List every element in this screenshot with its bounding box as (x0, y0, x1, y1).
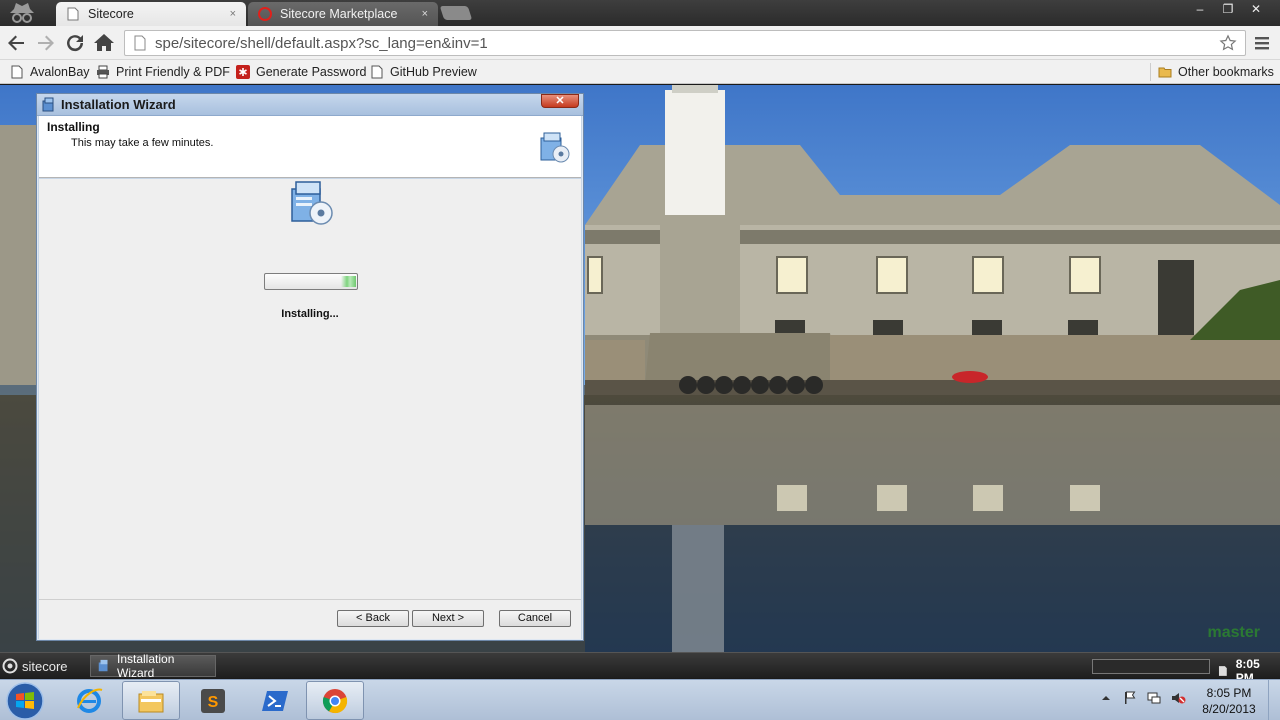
ie-icon (77, 688, 103, 713)
svg-text:S: S (208, 694, 219, 711)
taskbar-pin-sublime[interactable]: S (184, 681, 242, 720)
package-icon (42, 97, 54, 112)
printer-icon (97, 65, 109, 79)
forward-icon[interactable] (34, 31, 58, 55)
back-icon[interactable] (4, 31, 28, 55)
tab-label: Sitecore Marketplace (280, 7, 398, 21)
browser-titlebar: Sitecore × Sitecore Marketplace × – ❐ ✕ (0, 0, 1280, 26)
home-icon[interactable] (92, 31, 116, 55)
wizard-title: Installation Wizard (61, 97, 176, 112)
bookmark-label: AvalonBay (30, 65, 90, 79)
installation-wizard-dialog: Installation Wizard ✕ Installing This ma… (36, 93, 584, 641)
volume-muted-icon[interactable] (1170, 690, 1186, 706)
tab-close-icon[interactable]: × (230, 8, 236, 20)
restore-button[interactable]: ❐ (1216, 0, 1240, 18)
windows-taskbar: S 8:05 PM 8/20/2013 (0, 679, 1280, 720)
asterisk-icon (236, 65, 250, 79)
taskbar-item-installation-wizard[interactable]: Installation Wizard (90, 652, 216, 680)
sitecore-logo-text: sitecore (22, 658, 68, 674)
tray-expand-icon[interactable] (1098, 690, 1114, 706)
status-text: Installing... (281, 308, 339, 320)
page-icon (134, 35, 146, 51)
sitecore-logo-icon (258, 7, 272, 21)
wizard-body: Installing... < Back Next > Cancel (39, 179, 581, 639)
explorer-icon (138, 690, 164, 712)
wizard-heading: Installing (47, 120, 100, 134)
next-button[interactable]: Next > (412, 610, 484, 627)
bookmark-label: Other bookmarks (1178, 65, 1274, 79)
system-clock[interactable]: 8:05 PM 8/20/2013 (1196, 685, 1262, 717)
watermark-text: master (1207, 624, 1260, 641)
sitecore-taskbar: sitecore Installation Wizard 8:05 PM (0, 652, 1280, 685)
taskbar-pin-ie[interactable] (60, 681, 118, 720)
other-bookmarks[interactable]: Other bookmarks (1158, 63, 1274, 81)
page-icon (11, 65, 23, 79)
tab-sitecore-marketplace[interactable]: Sitecore Marketplace × (248, 2, 438, 26)
clock-time: 8:05 PM (1206, 686, 1252, 700)
wizard-close-button[interactable]: ✕ (541, 94, 579, 108)
reload-icon[interactable] (63, 31, 87, 55)
bookmark-print-friendly[interactable]: Print Friendly & PDF (96, 63, 230, 81)
address-bar[interactable]: spe/sitecore/shell/default.aspx?sc_lang=… (124, 30, 1246, 56)
star-icon[interactable] (1219, 34, 1237, 52)
sitecore-logo-icon (2, 658, 18, 674)
divider (39, 599, 581, 600)
bookmark-github-preview[interactable]: GitHub Preview (370, 63, 477, 81)
window-controls: – ❐ ✕ (1188, 0, 1268, 18)
sitecore-search-input[interactable] (1092, 659, 1210, 674)
bookmark-label: Print Friendly & PDF (116, 65, 230, 79)
document-icon[interactable] (1218, 665, 1228, 677)
tab-label: Sitecore (88, 7, 134, 21)
close-button[interactable]: ✕ (1244, 0, 1268, 18)
cancel-button[interactable]: Cancel (499, 610, 571, 627)
wizard-header: Installing This may take a few minutes. (39, 116, 581, 178)
page-icon (371, 65, 383, 79)
bookmark-label: Generate Password (256, 65, 367, 79)
taskbar-pin-chrome[interactable] (306, 681, 364, 720)
flag-icon[interactable] (1122, 690, 1138, 706)
sitecore-start-button[interactable]: sitecore (2, 657, 68, 675)
bookmark-avalonbay[interactable]: AvalonBay (10, 63, 90, 81)
incognito-icon (10, 3, 34, 23)
installer-package-icon (540, 132, 570, 163)
system-tray (1098, 690, 1186, 706)
bookmark-label: GitHub Preview (390, 65, 477, 79)
bookmarks-bar: AvalonBay Print Friendly & PDF Generate … (0, 60, 1280, 84)
chrome-icon (322, 688, 348, 713)
bookmark-generate-password[interactable]: Generate Password (236, 63, 366, 81)
wizard-subheading: This may take a few minutes. (71, 137, 214, 149)
powershell-icon (262, 690, 288, 711)
windows-start-icon[interactable] (4, 681, 46, 720)
minimize-button[interactable]: – (1188, 0, 1212, 18)
show-desktop-button[interactable] (1268, 680, 1280, 720)
taskbar-pin-powershell[interactable] (246, 681, 304, 720)
progress-bar (264, 273, 358, 290)
new-tab-button[interactable] (439, 6, 473, 20)
tab-close-icon[interactable]: × (422, 8, 428, 20)
page-icon (67, 7, 79, 21)
divider (1150, 63, 1151, 81)
folder-icon (1158, 67, 1172, 78)
progress-fill (341, 276, 356, 287)
clock-date: 8/20/2013 (1202, 702, 1256, 716)
address-text: spe/sitecore/shell/default.aspx?sc_lang=… (155, 34, 488, 52)
taskbar-item-label: Installation Wizard (117, 652, 175, 680)
tab-sitecore[interactable]: Sitecore × (56, 2, 246, 26)
installer-package-icon (291, 181, 333, 225)
menu-icon[interactable] (1253, 34, 1271, 52)
wizard-titlebar[interactable]: Installation Wizard ✕ (37, 94, 583, 116)
network-icon[interactable] (1146, 690, 1162, 706)
sublime-icon: S (201, 688, 225, 713)
browser-toolbar: spe/sitecore/shell/default.aspx?sc_lang=… (0, 26, 1280, 60)
package-icon (98, 659, 108, 672)
back-button[interactable]: < Back (337, 610, 409, 627)
taskbar-pin-explorer[interactable] (122, 681, 180, 720)
